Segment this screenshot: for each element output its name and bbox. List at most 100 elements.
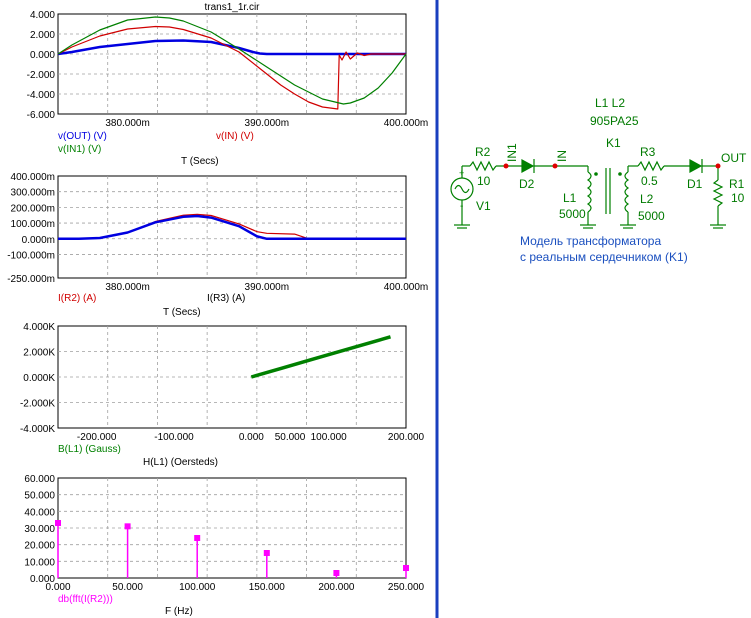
node-dot-in[interactable] xyxy=(552,163,558,169)
series-line[interactable] xyxy=(250,335,391,379)
y-tick-label: -4.000 xyxy=(27,90,56,101)
node-dot-out[interactable] xyxy=(715,163,721,169)
caption-line1: Модель трансформатора xyxy=(520,234,661,248)
k1-ref: K1 xyxy=(606,136,621,150)
l2-value: 5000 xyxy=(638,209,665,223)
caption-line2: с реальным сердечником (K1) xyxy=(520,250,688,264)
series-line[interactable] xyxy=(58,214,406,241)
bh-curve-plot[interactable]: -200.000 -100.000 0.000 50.000 100.000 200.00… xyxy=(20,322,425,443)
series-line[interactable] xyxy=(57,25,406,110)
y-tick-label: -250.000m xyxy=(7,274,55,285)
l2-ref: L2 xyxy=(640,192,654,206)
node-label-in: IN xyxy=(555,150,569,162)
window-title: trans1_1r.cir xyxy=(204,2,260,13)
x-tick-label: 390.000m xyxy=(245,118,289,129)
y-tick-label: 4.000 xyxy=(30,10,55,21)
y-tick-label: 0.000 xyxy=(30,50,55,61)
voltage-plot[interactable]: 380.000m 390.000m 400.000m 4.000 2.000 0.000 -… xyxy=(27,10,429,129)
x-tick-label: 400.000m xyxy=(384,118,428,129)
x-tick-label: 150.000 xyxy=(249,582,286,593)
d1-diode-symbol[interactable] xyxy=(689,158,703,174)
y-tick-label: 4.000K xyxy=(23,322,55,333)
l1-value: 5000 xyxy=(559,207,586,221)
l2-dot xyxy=(618,172,622,176)
node-dot-in1[interactable] xyxy=(503,163,509,169)
y-tick-label: 2.000 xyxy=(30,30,55,41)
node-label-in1: IN1 xyxy=(505,143,519,162)
x-axis-label: T (Secs) xyxy=(163,307,201,318)
legend-i-r2: I(R2) (A) xyxy=(58,293,96,304)
x-tick-label: 200.000 xyxy=(388,432,425,443)
y-tick-label: 300.000m xyxy=(11,188,55,199)
y-tick-label: 60.000 xyxy=(24,474,55,485)
v1-minus: - xyxy=(460,201,463,212)
y-tick-label: 0.000m xyxy=(22,235,55,246)
y-tick-label: 20.000 xyxy=(24,541,55,552)
r2-value: 10 xyxy=(477,174,491,188)
y-tick-label: 100.000m xyxy=(11,219,55,230)
y-tick-label: 0.000 xyxy=(30,574,55,585)
y-tick-label: 200.000m xyxy=(11,203,55,214)
y-tick-label: 10.000 xyxy=(24,557,55,568)
r1-ref: R1 xyxy=(729,177,745,191)
x-tick-label: 100.000 xyxy=(179,582,216,593)
l1-inductor-symbol[interactable] xyxy=(586,171,592,213)
x-tick-label: 50.000 xyxy=(112,582,143,593)
x-tick-label: 380.000m xyxy=(105,282,149,293)
main-canvas: trans1_1r.cir 380.000m 390.000m 400.000m 4.… xyxy=(7,0,747,618)
series-line[interactable] xyxy=(57,39,406,56)
x-axis-label: T (Secs) xyxy=(181,156,219,167)
d1-ref: D1 xyxy=(687,177,703,191)
fft-marker[interactable] xyxy=(333,570,340,576)
fft-marker[interactable] xyxy=(55,520,61,526)
y-tick-label: 40.000 xyxy=(24,507,55,518)
fft-marker[interactable] xyxy=(263,550,270,556)
fft-plot-labels: db(fft(I(R2))) F (Hz) xyxy=(58,594,193,617)
x-tick-label: 100.000 xyxy=(311,432,348,443)
fft-marker[interactable] xyxy=(124,523,131,530)
x-tick-label: 200.000 xyxy=(318,582,355,593)
schematic xyxy=(450,158,726,229)
sine-icon xyxy=(454,184,470,194)
plot-frame xyxy=(57,13,407,115)
l2-inductor-symbol[interactable] xyxy=(624,171,630,213)
r3-resistor-symbol[interactable] xyxy=(637,160,665,172)
node-label-out: OUT xyxy=(721,151,747,165)
y-tick-label: -2.000 xyxy=(27,70,56,81)
k1-model-line1: L1 L2 xyxy=(595,96,625,110)
r3-value: 0.5 xyxy=(641,174,658,188)
v1-plus: + xyxy=(459,168,464,178)
bh-plot-labels: B(L1) (Gauss) H(L1) (Oersteds) xyxy=(58,444,218,468)
y-tick-label: -2.000K xyxy=(20,399,55,410)
x-tick-label: -200.000 xyxy=(77,432,117,443)
r1-resistor-symbol[interactable] xyxy=(712,179,724,207)
y-tick-label: -6.000 xyxy=(27,110,56,121)
voltage-plot-labels: v(OUT) (V) v(IN) (V) v(IN1) (V) T (Secs) xyxy=(58,131,254,167)
legend-v-in: v(IN) (V) xyxy=(216,131,254,142)
y-tick-label: 2.000K xyxy=(23,348,55,359)
legend-v-out: v(OUT) (V) xyxy=(58,131,107,142)
v1-ref: V1 xyxy=(476,199,491,213)
current-plot[interactable]: 380.000m 390.000m 400.000m 400.000m 300.000m… xyxy=(7,172,428,293)
series-line[interactable] xyxy=(57,16,407,105)
r2-ref: R2 xyxy=(475,145,491,159)
y-tick-label: -100.000m xyxy=(7,250,55,261)
x-tick-label: 0.000 xyxy=(239,432,264,443)
fft-plot[interactable]: 0.000 50.000 100.000 150.000 200.000 250.000 6… xyxy=(24,474,424,593)
r2-resistor-symbol[interactable] xyxy=(469,160,497,172)
x-axis-label: F (Hz) xyxy=(165,606,193,617)
fft-marker[interactable] xyxy=(194,535,201,541)
x-tick-label: 380.000m xyxy=(105,118,149,129)
x-tick-label: 250.000 xyxy=(388,582,425,593)
current-plot-labels: I(R2) (A) I(R3) (A) T (Secs) xyxy=(58,293,245,318)
legend-i-r3: I(R3) (A) xyxy=(207,293,245,304)
r1-value: 10 xyxy=(731,191,745,205)
fft-marker[interactable] xyxy=(403,565,409,571)
y-tick-label: 50.000 xyxy=(24,491,55,502)
l1-ref: L1 xyxy=(563,191,577,205)
y-tick-label: 0.000K xyxy=(23,373,55,384)
legend-v-in1: v(IN1) (V) xyxy=(58,144,101,155)
x-tick-label: -100.000 xyxy=(154,432,194,443)
l1-dot xyxy=(594,172,598,176)
d2-diode-symbol[interactable] xyxy=(521,158,535,174)
